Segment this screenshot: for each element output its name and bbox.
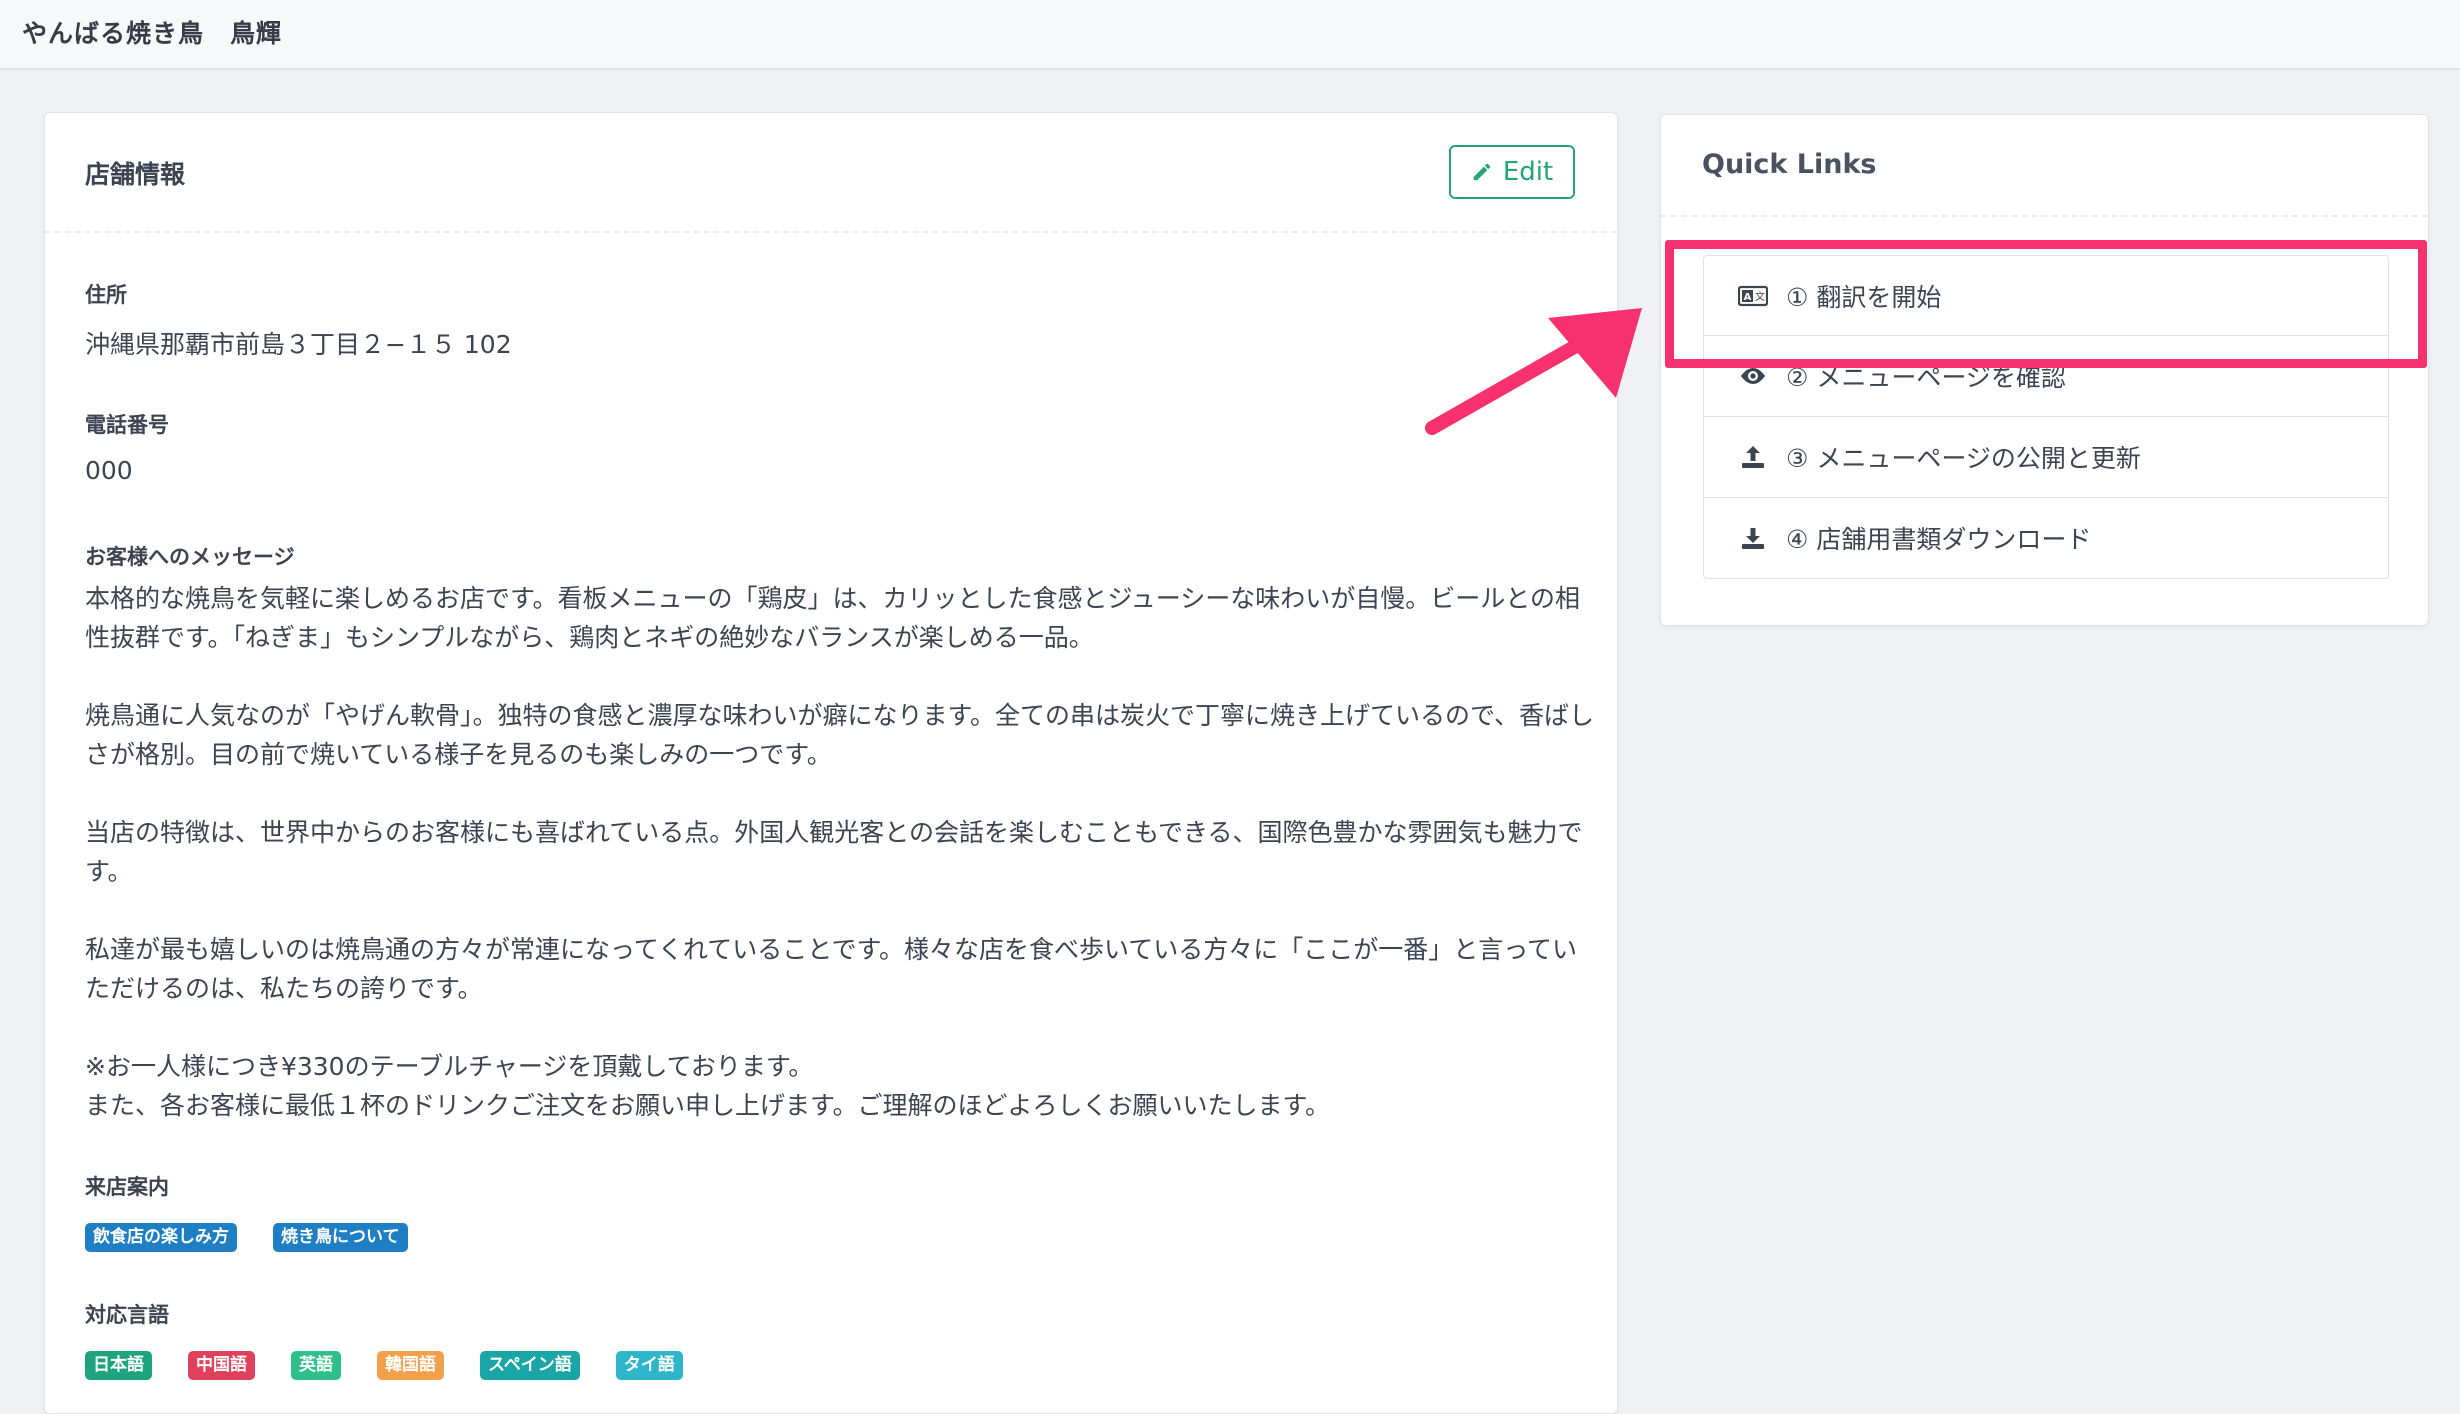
quick-link-publish-menu[interactable]: ③ メニューページの公開と更新: [1703, 417, 2389, 498]
eye-icon: [1736, 361, 1770, 391]
guide-tags: 飲食店の楽しみ方 焼き鳥について: [85, 1223, 408, 1252]
quick-links-list: A文 ① 翻訳を開始 ② メニューページを確認 ③ メニューページの公開と更新 …: [1703, 255, 2389, 579]
language-tag: 中国語: [188, 1351, 255, 1380]
store-info-header: 店舗情報 Edit: [45, 113, 1617, 233]
upload-icon: [1736, 442, 1770, 472]
language-tag: 日本語: [85, 1351, 152, 1380]
language-tag: 英語: [291, 1351, 341, 1380]
guide-label: 来店案内: [85, 1175, 169, 1199]
quick-link-label: ④ 店舗用書類ダウンロード: [1786, 525, 2092, 554]
guide-tag[interactable]: 飲食店の楽しみ方: [85, 1223, 237, 1252]
quick-link-label: ② メニューページを確認: [1786, 363, 2066, 392]
top-bar: やんばる焼き鳥 鳥輝: [0, 0, 2460, 70]
language-tag: 韓国語: [377, 1351, 444, 1380]
language-tag: タイ語: [615, 1351, 683, 1380]
pencil-icon: [1473, 163, 1491, 181]
languages-label: 対応言語: [85, 1303, 169, 1327]
store-info-title: 店舗情報: [85, 160, 186, 189]
phone-value: 000: [85, 456, 133, 485]
quick-links-title: Quick Links: [1702, 149, 1877, 180]
language-tags: 日本語 中国語 英語 韓国語 スペイン語 タイ語: [85, 1351, 683, 1380]
quick-link-view-menu[interactable]: ② メニューページを確認: [1703, 336, 2389, 417]
store-info-card: 店舗情報 Edit 住所 沖縄県那覇市前島３丁目２−１５ 102 電話番号 00…: [44, 112, 1618, 1414]
translate-icon: A文: [1736, 281, 1770, 311]
message-text: 本格的な焼鳥を気軽に楽しめるお店です。看板メニューの「鶏皮」は、カリッとした食感…: [85, 584, 1595, 1120]
language-tag: スペイン語: [480, 1351, 580, 1380]
store-name: やんばる焼き鳥 鳥輝: [22, 19, 283, 48]
message-label: お客様へのメッセージ: [85, 545, 295, 569]
address-value: 沖縄県那覇市前島３丁目２−１５ 102: [85, 330, 512, 359]
edit-label: Edit: [1502, 157, 1554, 187]
quick-links-header: Quick Links: [1661, 115, 2428, 217]
svg-text:A: A: [1744, 292, 1752, 303]
guide-tag[interactable]: 焼き鳥について: [273, 1223, 408, 1252]
quick-link-start-translation[interactable]: A文 ① 翻訳を開始: [1703, 255, 2389, 336]
svg-text:文: 文: [1755, 290, 1765, 303]
phone-label: 電話番号: [85, 413, 169, 437]
quick-link-download-docs[interactable]: ④ 店舗用書類ダウンロード: [1703, 498, 2389, 579]
address-label: 住所: [85, 283, 127, 307]
quick-links-card: Quick Links A文 ① 翻訳を開始 ② メニューページを確認 ③ メニ…: [1660, 114, 2429, 626]
quick-link-label: ① 翻訳を開始: [1786, 282, 1942, 312]
download-icon: [1736, 523, 1770, 553]
quick-link-label: ③ メニューページの公開と更新: [1786, 444, 2141, 473]
edit-button[interactable]: Edit: [1449, 145, 1575, 199]
